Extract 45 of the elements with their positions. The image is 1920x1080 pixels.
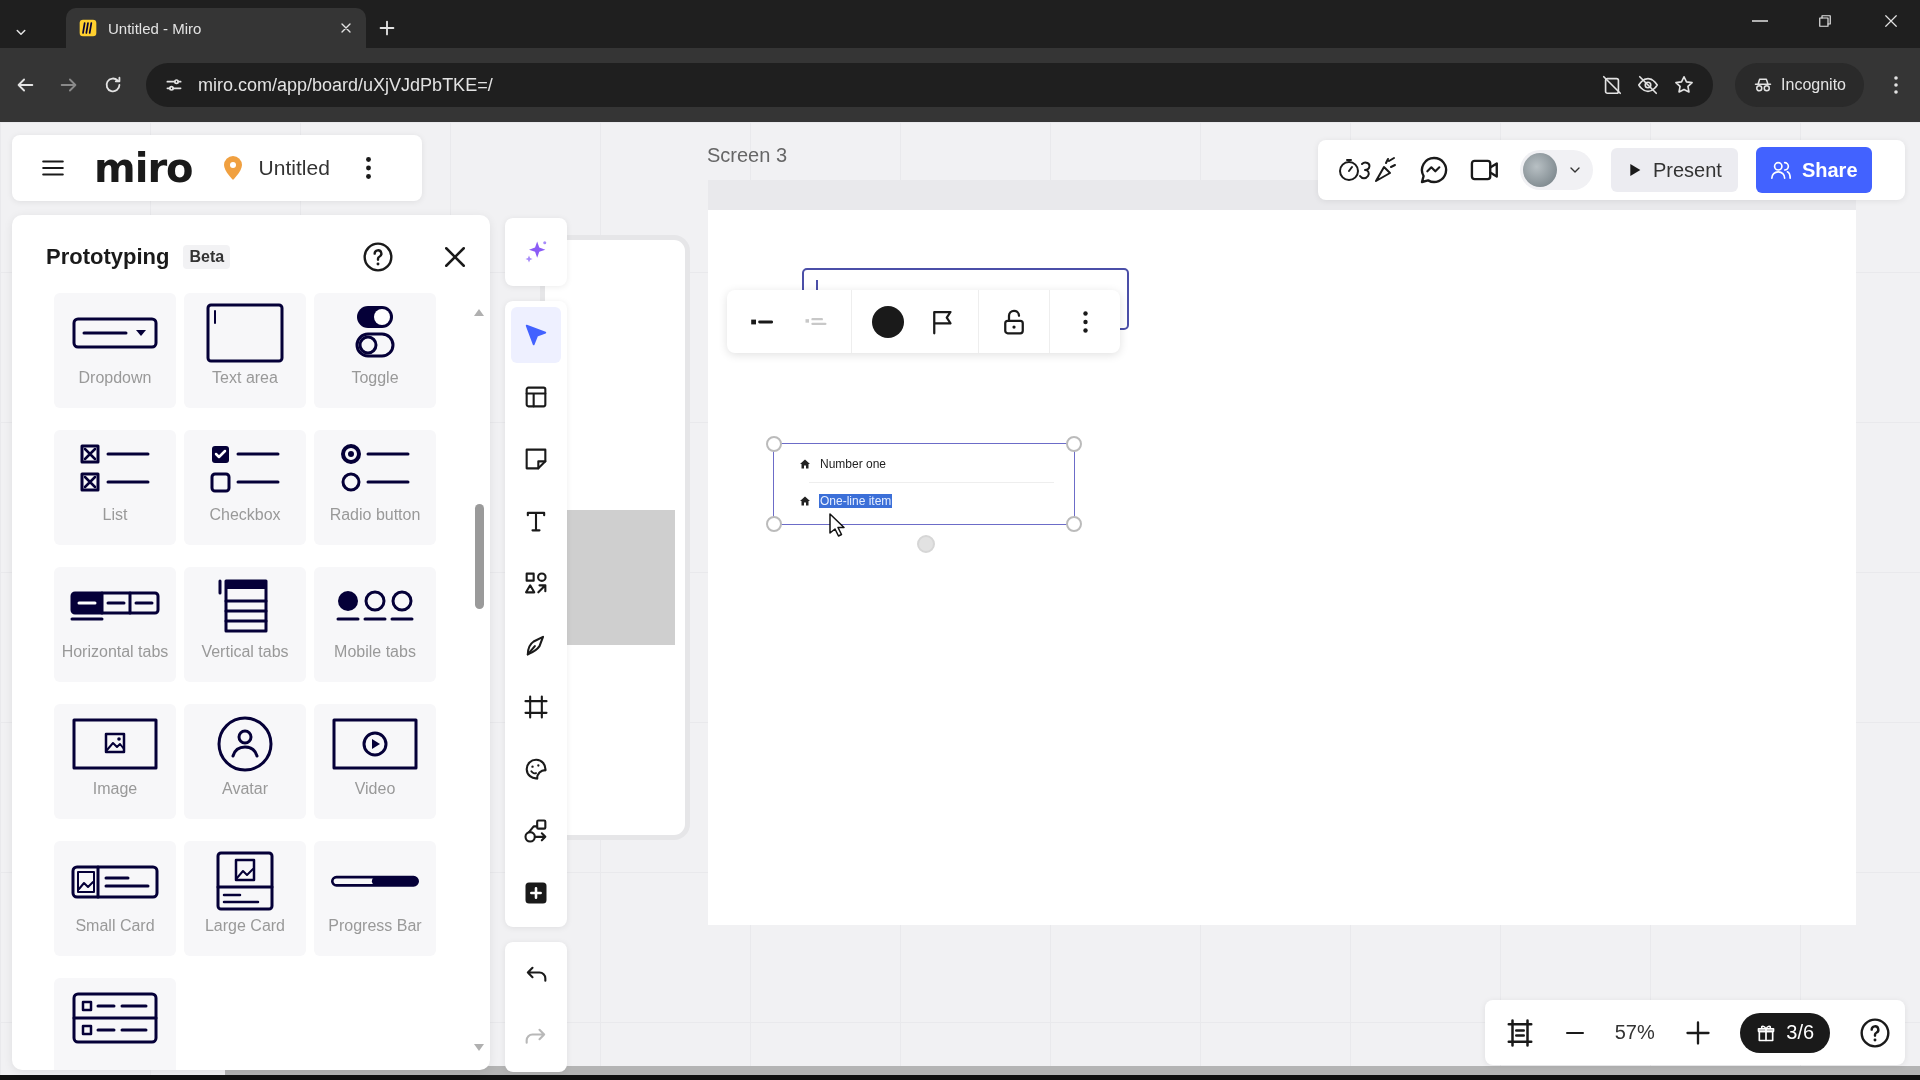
component-label: Text area [212,369,278,387]
component-label: Checkbox [209,506,281,524]
component-label: Large Card [204,917,285,935]
component-tile[interactable]: Progress Bar [314,841,436,956]
gift-button[interactable]: 3/6 [1740,1012,1831,1053]
component-tile[interactable]: Mobile tabs [314,567,436,682]
board-title[interactable]: Untitled [258,156,330,180]
component-tile[interactable]: Radio button [314,430,436,545]
component-tile[interactable]: Video [314,704,436,819]
browser-tab[interactable]: Untitled - Miro [66,8,366,48]
list-item-text[interactable]: Number one [819,457,888,471]
component-label: Mobile tabs [334,643,416,661]
component-tile[interactable]: Avatar [184,704,306,819]
beta-badge: Beta [183,245,231,269]
component-label: List [102,506,128,524]
tab-title: Untitled - Miro [108,19,203,37]
component-label: Radio button [329,506,421,524]
component-tile[interactable]: Toggle [314,293,436,408]
address-bar[interactable]: miro.com/app/board/uXjVJdPbTKE=/ [146,63,1714,107]
component-tile[interactable]: Vertical tabs [184,567,306,682]
share-button[interactable]: Share [1755,147,1872,193]
component-label: Progress Bar [328,917,422,935]
component-tile[interactable]: Checkbox [184,430,306,545]
miro-logo: miro [94,148,193,188]
component-tile[interactable]: List [54,430,176,545]
frame-label: Screen 3 [707,144,788,167]
panel-title: Prototyping [46,244,170,270]
component-tile[interactable]: Image [54,704,176,819]
component-tile[interactable]: Dropdown [54,293,176,408]
component-label: Video [354,780,396,798]
component-tile[interactable]: Large Card [184,841,306,956]
component-tile[interactable]: Small Card [54,841,176,956]
component-label: Dropdown [78,369,152,387]
component-label: Small Card [75,917,155,935]
component-label: Avatar [222,780,268,798]
zoom-level[interactable]: 57% [1614,1021,1655,1044]
component-tile[interactable]: Text area [184,293,306,408]
component-label: Horizontal tabs [61,643,169,661]
incognito-button[interactable]: Incognito [1735,63,1864,107]
present-button[interactable]: Present [1611,148,1738,192]
component-tile[interactable]: Horizontal tabs [54,567,176,682]
component-label: Image [92,780,138,798]
component-label: Vertical tabs [201,643,289,661]
component-label: Toggle [351,369,399,387]
list-item-text[interactable]: One-line item [819,494,893,508]
